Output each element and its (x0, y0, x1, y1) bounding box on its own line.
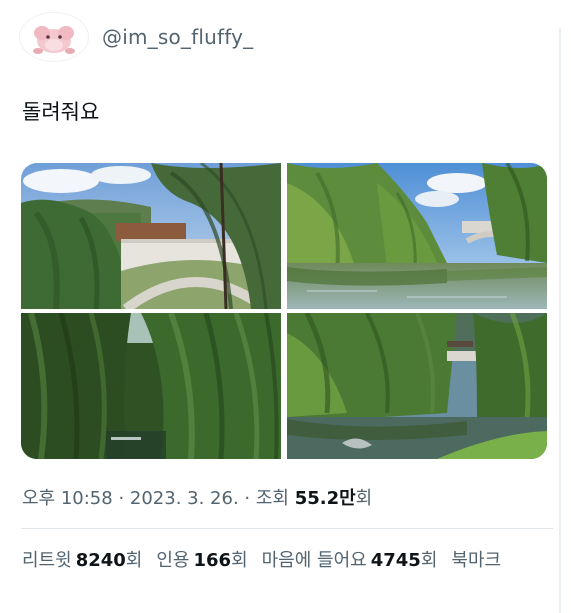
dense-willow-trees-photo[interactable] (21, 313, 281, 459)
retweets-suffix: 회 (125, 550, 143, 571)
quotes-stat[interactable]: 인용 166회 (156, 546, 247, 572)
tweet-header: @im_so_fluffy_ (20, 13, 253, 61)
divider-vertical (559, 28, 561, 613)
quotes-label: 인용 (156, 550, 190, 571)
tweet-text: 돌려줘요 (22, 100, 100, 124)
tweet-date[interactable]: 2023. 3. 26. (130, 488, 239, 509)
pink-plush-avatar-icon (33, 26, 75, 54)
retweets-stat[interactable]: 리트윗 8240회 (22, 546, 142, 572)
stone-bridge-with-willows-photo[interactable] (21, 163, 281, 309)
likes-suffix: 회 (420, 550, 438, 571)
willow-riverbank-with-bridge-photo[interactable] (287, 313, 547, 459)
divider (21, 528, 553, 529)
meta-separator: · (112, 488, 130, 509)
retweets-count: 8240 (75, 550, 126, 571)
tweet-time[interactable]: 오후 10:58 (22, 488, 113, 509)
quotes-count: 166 (193, 550, 232, 571)
tweet-detail-page: @im_so_fluffy_ 돌려줘요 오후 10:58 · 2023. 3. … (0, 0, 571, 613)
bookmarks-stat[interactable]: 북마크 (451, 546, 501, 572)
likes-label: 마음에 들어요 (261, 550, 367, 571)
views-count: 55.2만 (294, 488, 356, 509)
retweets-label: 리트윗 (22, 550, 72, 571)
meta-separator: · (238, 488, 256, 509)
likes-count: 4745 (370, 550, 421, 571)
tweet-stats: 리트윗 8240회 인용 166회 마음에 들어요 4745회 북마크 (22, 546, 501, 572)
river-with-willows-and-bridge-photo[interactable] (287, 163, 547, 309)
views-label: 조회 (255, 488, 295, 509)
bookmarks-label: 북마크 (451, 550, 502, 571)
author-handle[interactable]: @im_so_fluffy_ (102, 25, 253, 49)
media-grid (21, 163, 547, 459)
likes-stat[interactable]: 마음에 들어요 4745회 (262, 546, 438, 572)
avatar[interactable] (20, 13, 88, 61)
views-suffix: 회 (355, 488, 373, 509)
quotes-suffix: 회 (231, 550, 248, 571)
tweet-meta: 오후 10:58 · 2023. 3. 26. · 조회 55.2만회 (22, 484, 372, 510)
